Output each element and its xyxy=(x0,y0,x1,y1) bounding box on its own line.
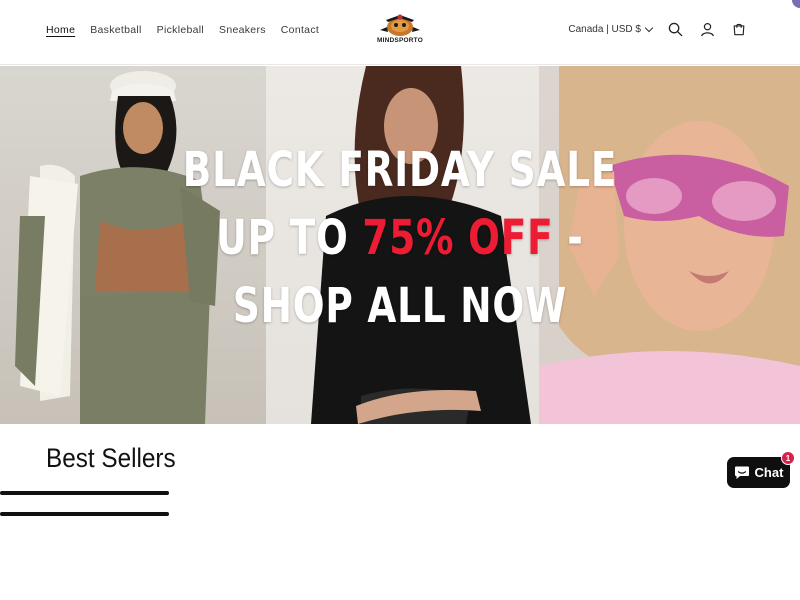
main-nav: Home Basketball Pickleball Sneakers Cont… xyxy=(46,24,319,36)
hero-line-3: SHOP ALL NOW xyxy=(232,278,568,334)
chat-notification-badge: 1 xyxy=(781,451,795,465)
currency-label: Canada | USD $ xyxy=(568,23,641,35)
hero-line-2: UP TO 75% OFF - xyxy=(88,210,712,266)
brand-logo[interactable]: MINDSPORTO xyxy=(372,12,428,50)
header-tools: Canada | USD $ xyxy=(568,20,748,38)
hero-line-2-suffix: - xyxy=(553,210,584,266)
hero-line-1: BLACK FRIDAY SALE xyxy=(182,142,618,198)
hero-headline: BLACK FRIDAY SALE UP TO 75% OFF - SHOP A… xyxy=(0,66,800,424)
section-divider-bottom xyxy=(0,512,169,516)
hero-discount: 75% OFF xyxy=(362,210,554,266)
nav-pickleball[interactable]: Pickleball xyxy=(157,24,204,36)
search-icon xyxy=(668,22,682,36)
chat-button[interactable]: Chat 1 xyxy=(727,451,795,488)
hero-line-2-prefix: UP TO xyxy=(216,210,363,266)
nav-home[interactable]: Home xyxy=(46,24,75,36)
chat-bubble-icon xyxy=(734,466,749,479)
nav-sneakers[interactable]: Sneakers xyxy=(219,24,266,36)
cart-icon xyxy=(733,23,745,36)
account-button[interactable] xyxy=(698,20,716,38)
cart-button[interactable] xyxy=(730,20,748,38)
logo-text: MINDSPORTO xyxy=(377,37,423,44)
section-title: Best Sellers xyxy=(46,443,176,473)
account-icon xyxy=(700,22,714,36)
currency-selector[interactable]: Canada | USD $ xyxy=(568,23,654,35)
nav-contact[interactable]: Contact xyxy=(281,24,319,36)
chat-label: Chat xyxy=(754,465,784,480)
site-header: Home Basketball Pickleball Sneakers Cont… xyxy=(0,0,800,65)
hero-banner[interactable]: BLACK FRIDAY SALE UP TO 75% OFF - SHOP A… xyxy=(0,66,800,424)
search-button[interactable] xyxy=(666,20,684,38)
corner-accent xyxy=(792,0,800,8)
section-divider-top xyxy=(0,491,169,495)
nav-basketball[interactable]: Basketball xyxy=(90,24,141,36)
chevron-down-icon xyxy=(644,23,654,32)
logo-mascot-icon xyxy=(380,14,420,36)
